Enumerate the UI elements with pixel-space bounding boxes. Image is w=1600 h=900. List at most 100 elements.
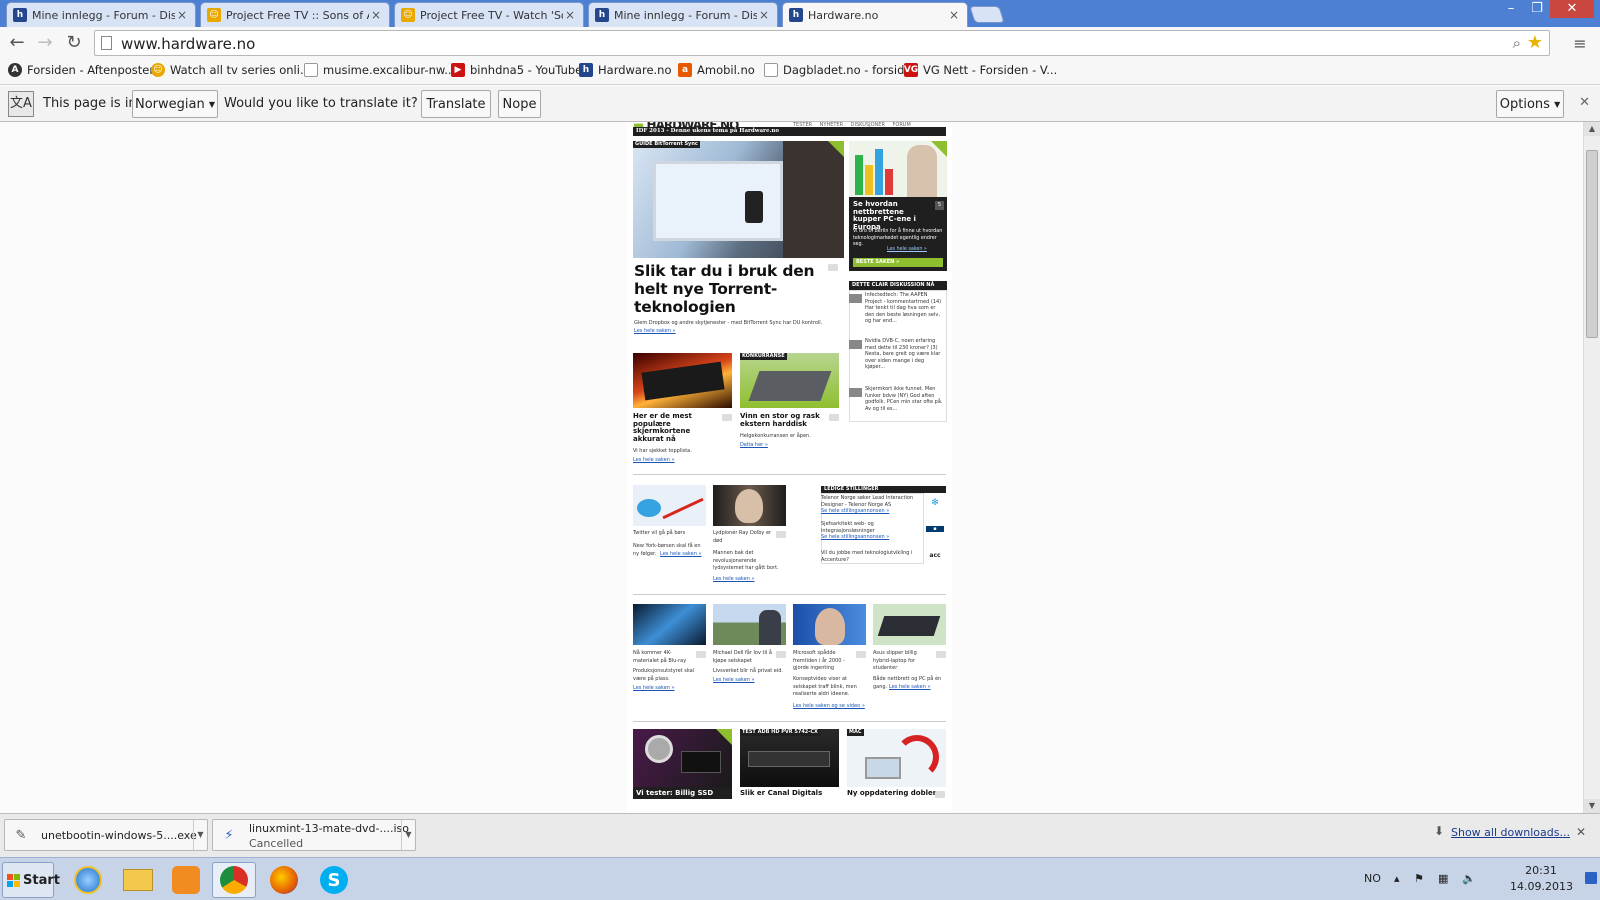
twitter-link[interactable]: Les hele saken »	[660, 551, 702, 557]
mac-image[interactable]: MAC	[847, 729, 946, 787]
pvr-image[interactable]: TEST ADB HD PVR 5742-CX	[740, 729, 839, 787]
language-indicator[interactable]: NO	[1364, 872, 1381, 885]
show-desktop-button[interactable]	[1585, 872, 1597, 884]
chevron-down-icon[interactable]: ▼	[401, 820, 415, 850]
bookmark-youtube[interactable]: ▶ binhdna5 - YouTube	[451, 63, 582, 77]
side-story-box[interactable]: Se hvordan nettbrettene kupper PC-ene i …	[849, 197, 947, 271]
translate-button[interactable]: Translate	[421, 90, 491, 118]
bluray-headline[interactable]: Nå kommer 4K-materialet på Blu-ray	[633, 650, 693, 665]
dolby-link[interactable]: Les hele saken »	[713, 576, 755, 582]
close-icon[interactable]: ✕	[1579, 95, 1590, 110]
comment-count-icon[interactable]	[776, 531, 786, 538]
job-item[interactable]: Sjefsarkitekt web- og integrasjonsløsnin…	[821, 521, 926, 541]
comment-item[interactable]: Nvidia DVB-C, noen erfaring med dette ti…	[847, 338, 945, 371]
story2-link[interactable]: Les hele saken »	[633, 457, 675, 463]
close-icon[interactable]: ✕	[1576, 825, 1586, 839]
twitter-headline[interactable]: Twitter vil gå på børs	[633, 530, 707, 538]
main-story-link[interactable]: Les hele saken »	[634, 328, 676, 334]
magnifier-icon[interactable]: ⌕	[1513, 34, 1521, 52]
job-item[interactable]: Vil du jobbe med teknologiutvikling i Ac…	[821, 550, 926, 563]
minimize-icon[interactable]: –	[1498, 0, 1524, 18]
reload-icon[interactable]: ↻	[63, 32, 85, 53]
network-icon[interactable]: ▦	[1438, 872, 1448, 885]
bookmark-star-icon[interactable]: ★	[1527, 32, 1543, 53]
tab-1[interactable]: h Mine innlegg - Forum - Diskus ×	[6, 2, 196, 27]
bluray-image[interactable]	[633, 604, 706, 645]
asus-link[interactable]: Les hele saken »	[889, 684, 931, 690]
bookmark-hardware[interactable]: h Hardware.no	[579, 63, 672, 77]
bluray-link[interactable]: Les hele saken »	[633, 685, 675, 691]
forward-icon[interactable]: →	[34, 32, 56, 53]
theme-banner[interactable]: IDF 2013 - Denne ukens tema på Hardware.…	[633, 127, 946, 136]
tab-5-active[interactable]: h Hardware.no ×	[782, 2, 968, 27]
microsoft-headline[interactable]: Microsoft spådde fremtiden i år 2000 - g…	[793, 650, 855, 673]
bookmark-watch-tv[interactable]: ☺ Watch all tv series onli...	[151, 63, 311, 77]
tab-close-icon[interactable]: ×	[563, 8, 577, 22]
dell-link[interactable]: Les hele saken »	[713, 677, 755, 683]
tab-close-icon[interactable]: ×	[757, 8, 771, 22]
chevron-up-icon[interactable]: ▴	[1394, 872, 1400, 885]
mac-headline[interactable]: Ny oppdatering dobler	[847, 789, 937, 798]
restore-icon[interactable]: ❐	[1524, 0, 1550, 18]
dolby-headline[interactable]: Lydpionér Ray Dolby er død	[713, 530, 775, 545]
side-story-image[interactable]	[849, 141, 947, 197]
download-item[interactable]: ⚡ linuxmint-13-mate-dvd-....iso Cancelle…	[212, 819, 416, 851]
ssd-headline[interactable]: Vi tester: Billig SSD	[633, 787, 732, 799]
scroll-up-icon[interactable]: ▲	[1584, 122, 1600, 136]
scroll-thumb[interactable]	[1586, 150, 1598, 338]
comment-item[interactable]: Skjermkort ikke funnet. Men funker bdvw …	[847, 386, 945, 412]
microsoft-link[interactable]: Les hele saken og se video »	[793, 703, 865, 709]
job-link[interactable]: Se hele stillingsannonsen »	[821, 508, 889, 514]
bookmark-vg[interactable]: VG VG Nett - Forsiden - V...	[904, 63, 1057, 77]
comment-count-icon[interactable]	[696, 651, 706, 658]
dolby-image[interactable]	[713, 485, 786, 526]
file-explorer-taskbar-icon[interactable]	[116, 862, 160, 898]
system-clock[interactable]: 20:31 14.09.2013	[1510, 863, 1573, 895]
twitter-image[interactable]	[633, 485, 706, 526]
language-select[interactable]: Norwegian ▼	[132, 90, 218, 118]
story3-headline[interactable]: Vinn en stor og rask ekstern harddisk	[740, 412, 828, 428]
new-tab-button[interactable]	[969, 6, 1005, 23]
download-item[interactable]: ✎ unetbootin-windows-5....exe ▼	[4, 819, 208, 851]
story3-link[interactable]: Delta her »	[740, 442, 768, 448]
bookmark-aftenposten[interactable]: A Forsiden - Aftenposten	[8, 63, 157, 77]
main-story-image[interactable]: GUIDE BitTorrent Sync	[633, 141, 844, 258]
start-button[interactable]: Start	[2, 862, 60, 898]
tab-3[interactable]: ☺ Project Free TV - Watch 'Sor ×	[394, 2, 584, 27]
side-story-link[interactable]: Les hele saken »	[887, 247, 927, 252]
action-center-flag-icon[interactable]: ⚑	[1414, 872, 1424, 885]
side-story-cta-button[interactable]: BESTE SAKEN »	[853, 258, 943, 267]
comment-count-icon[interactable]	[722, 414, 732, 421]
ssd-image[interactable]	[633, 729, 732, 787]
tab-close-icon[interactable]: ×	[175, 8, 189, 22]
url-text[interactable]: www.hardware.no	[121, 35, 255, 53]
asus-image[interactable]	[873, 604, 946, 645]
volume-icon[interactable]: 🔈	[1462, 872, 1476, 885]
back-icon[interactable]: ←	[6, 32, 28, 53]
address-bar[interactable]: www.hardware.no ⌕ ★	[94, 30, 1550, 56]
media-player-taskbar-icon[interactable]	[164, 862, 208, 898]
chrome-taskbar-icon[interactable]	[212, 862, 256, 898]
comment-count-icon[interactable]	[935, 791, 945, 798]
options-button[interactable]: Options ▼	[1496, 90, 1564, 118]
job-link[interactable]: Se hele stillingsannonsen »	[821, 534, 889, 540]
bookmark-musime[interactable]: musime.excalibur-nw....	[304, 63, 459, 77]
dell-headline[interactable]: Michael Dell får lov til å kjøpe selskap…	[713, 650, 775, 665]
scroll-down-icon[interactable]: ▼	[1584, 799, 1600, 813]
chevron-down-icon[interactable]: ▼	[193, 820, 207, 850]
tab-close-icon[interactable]: ×	[947, 8, 961, 22]
story2-headline[interactable]: Her er de mest populære skjermkortene ak…	[633, 412, 721, 443]
microsoft-image[interactable]	[793, 604, 866, 645]
tab-4[interactable]: h Mine innlegg - Forum - Diskus ×	[588, 2, 778, 27]
vertical-scrollbar[interactable]: ▲ ▼	[1583, 122, 1600, 813]
close-window-icon[interactable]: ✕	[1550, 0, 1594, 18]
main-story-headline[interactable]: Slik tar du i bruk den helt nye Torrent-…	[634, 262, 824, 316]
skype-taskbar-icon[interactable]: S	[312, 862, 356, 898]
firefox-taskbar-icon[interactable]	[262, 862, 306, 898]
nope-button[interactable]: Nope	[498, 90, 541, 118]
tab-2[interactable]: ☺ Project Free TV :: Sons of Ar ×	[200, 2, 390, 27]
show-all-downloads-link[interactable]: Show all downloads...	[1451, 826, 1570, 839]
asus-headline[interactable]: Asus slipper billig hybrid-laptop for st…	[873, 650, 935, 673]
bookmark-amobil[interactable]: a Amobil.no	[678, 63, 755, 77]
pvr-headline[interactable]: Slik er Canal Digitals	[740, 789, 839, 798]
